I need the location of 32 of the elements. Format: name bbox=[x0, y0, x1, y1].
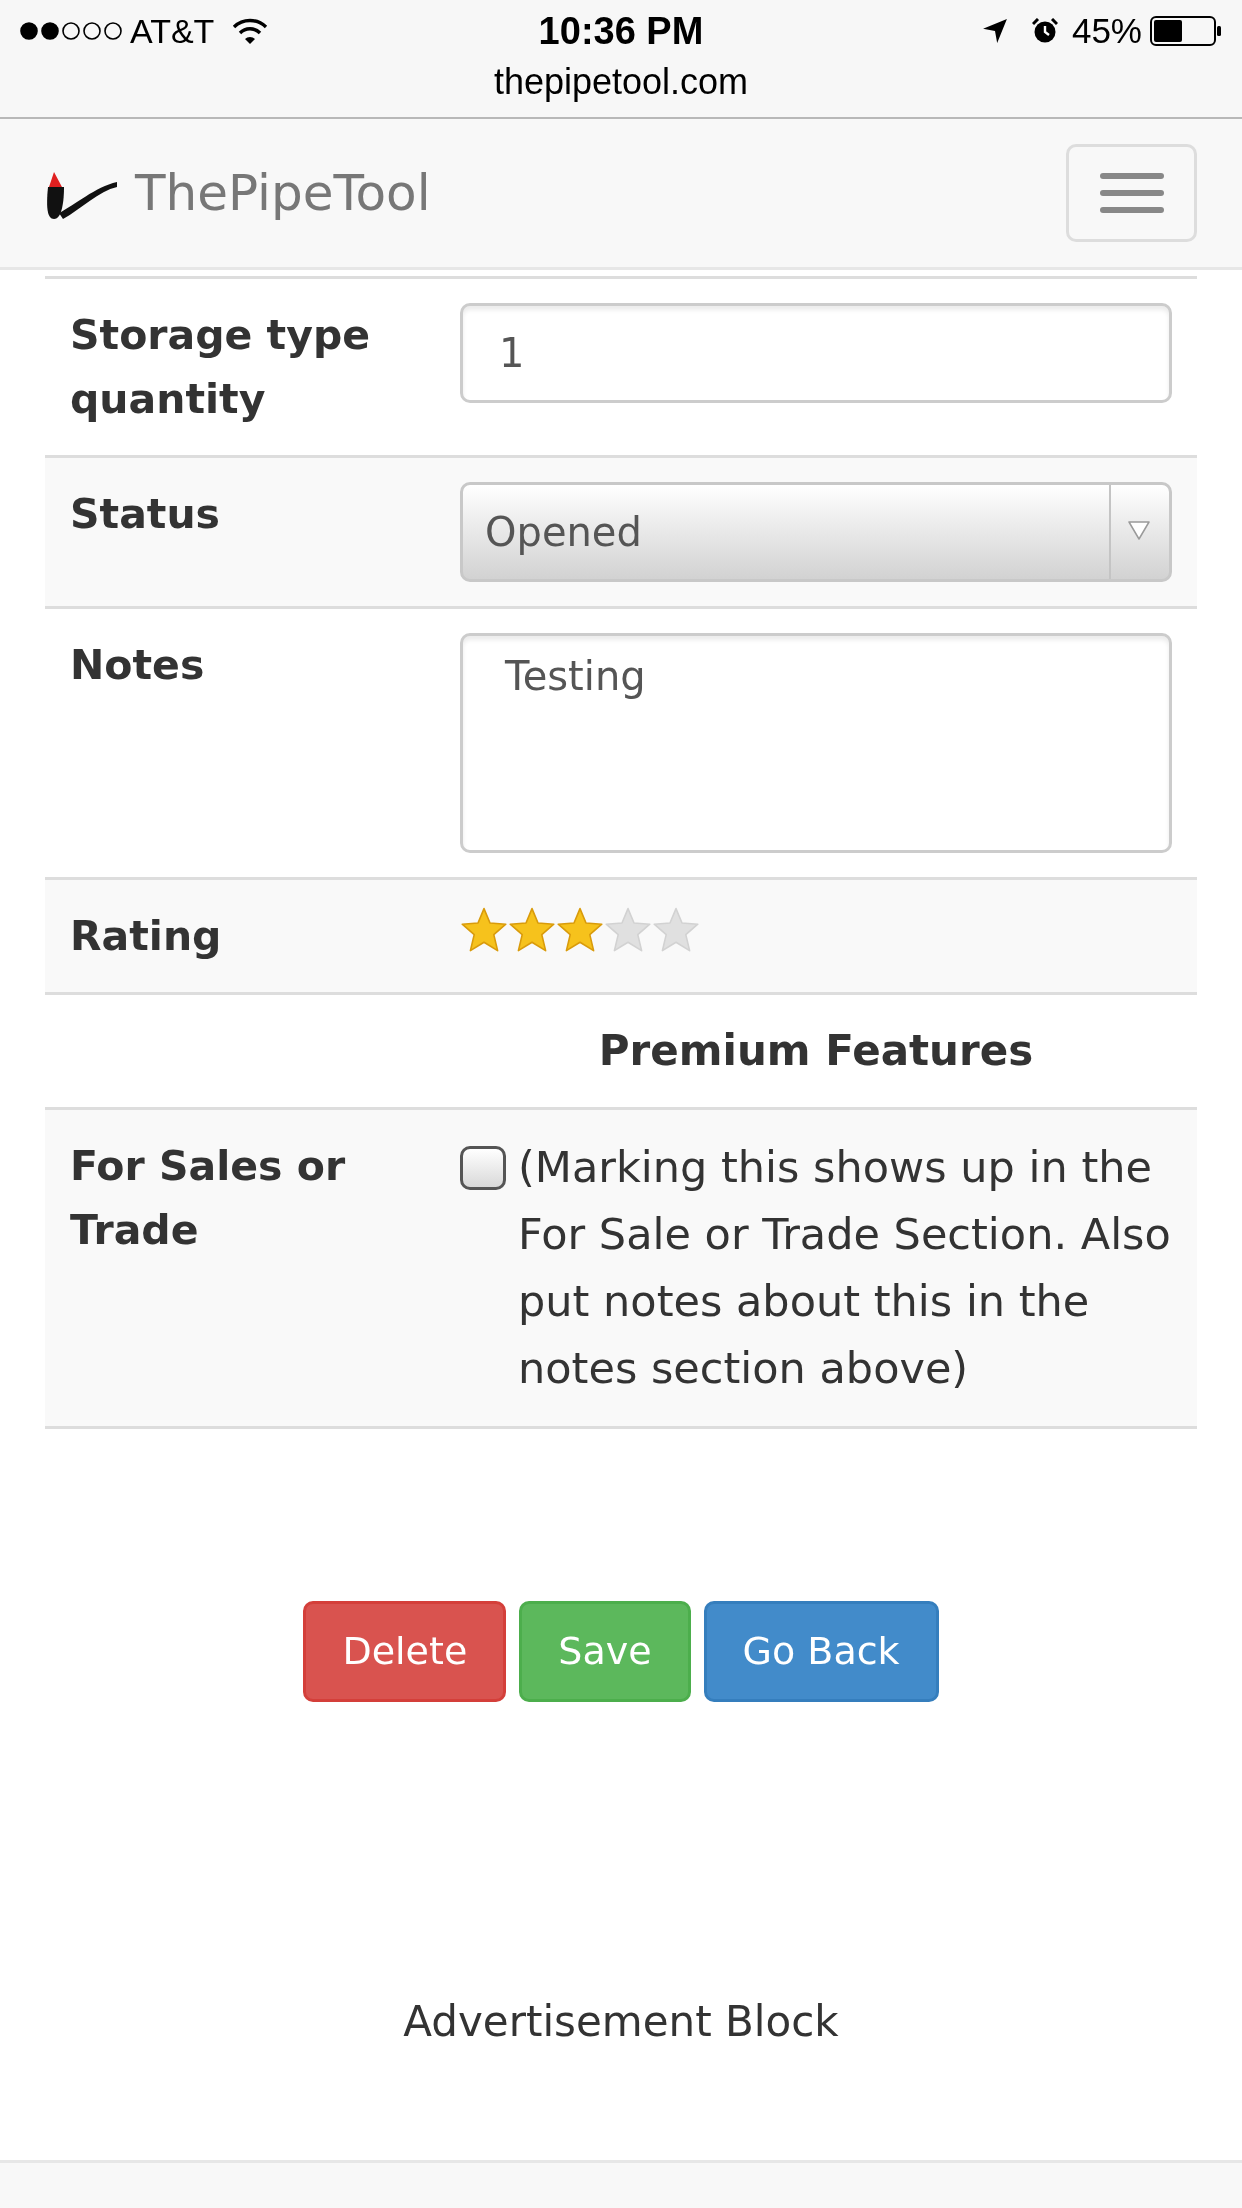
battery-icon bbox=[1150, 16, 1222, 46]
location-arrow-icon bbox=[981, 18, 1008, 44]
brand-name[interactable]: ThePipeTool bbox=[135, 155, 431, 231]
menu-icon bbox=[1099, 173, 1164, 213]
star-rating[interactable] bbox=[460, 907, 700, 953]
star-icon[interactable] bbox=[556, 907, 604, 953]
star-icon[interactable] bbox=[652, 907, 700, 953]
section-heading: Premium Features bbox=[598, 1026, 1034, 1075]
field-label: Storage type quantity bbox=[70, 311, 371, 423]
sale-note-text: (Marking this shows up in the For Sale or Trade Section. Also put notes about this in the notes section above) bbox=[518, 1141, 1172, 1395]
battery-percent: 45% bbox=[1071, 9, 1142, 52]
menu-button[interactable] bbox=[1066, 144, 1197, 242]
star-icon[interactable] bbox=[604, 907, 652, 953]
url-text[interactable]: thepipetool.com bbox=[493, 62, 749, 102]
checkbox[interactable] bbox=[460, 1146, 506, 1190]
field-label: Notes bbox=[70, 641, 205, 689]
signal-icon bbox=[20, 21, 122, 41]
clock-time: 10:36 PM bbox=[538, 8, 704, 54]
action-button[interactable]: Go Back bbox=[703, 1601, 939, 1702]
advertisement-text: Advertisement Block bbox=[403, 1996, 839, 2048]
text-input[interactable]: 1 bbox=[460, 303, 1172, 403]
dropdown-select[interactable]: Opened bbox=[460, 482, 1172, 582]
field-label: Rating bbox=[70, 912, 222, 960]
field-label: For Sales or Trade bbox=[70, 1142, 346, 1254]
carrier-name: AT&T bbox=[130, 10, 215, 52]
star-icon[interactable] bbox=[508, 907, 556, 953]
wifi-icon bbox=[232, 18, 269, 44]
field-label: Status bbox=[70, 490, 220, 538]
action-button[interactable]: Delete bbox=[303, 1601, 507, 1702]
star-icon[interactable] bbox=[460, 907, 508, 953]
textarea-field[interactable]: Testing bbox=[460, 633, 1172, 853]
alarm-clock-icon bbox=[1031, 18, 1058, 44]
